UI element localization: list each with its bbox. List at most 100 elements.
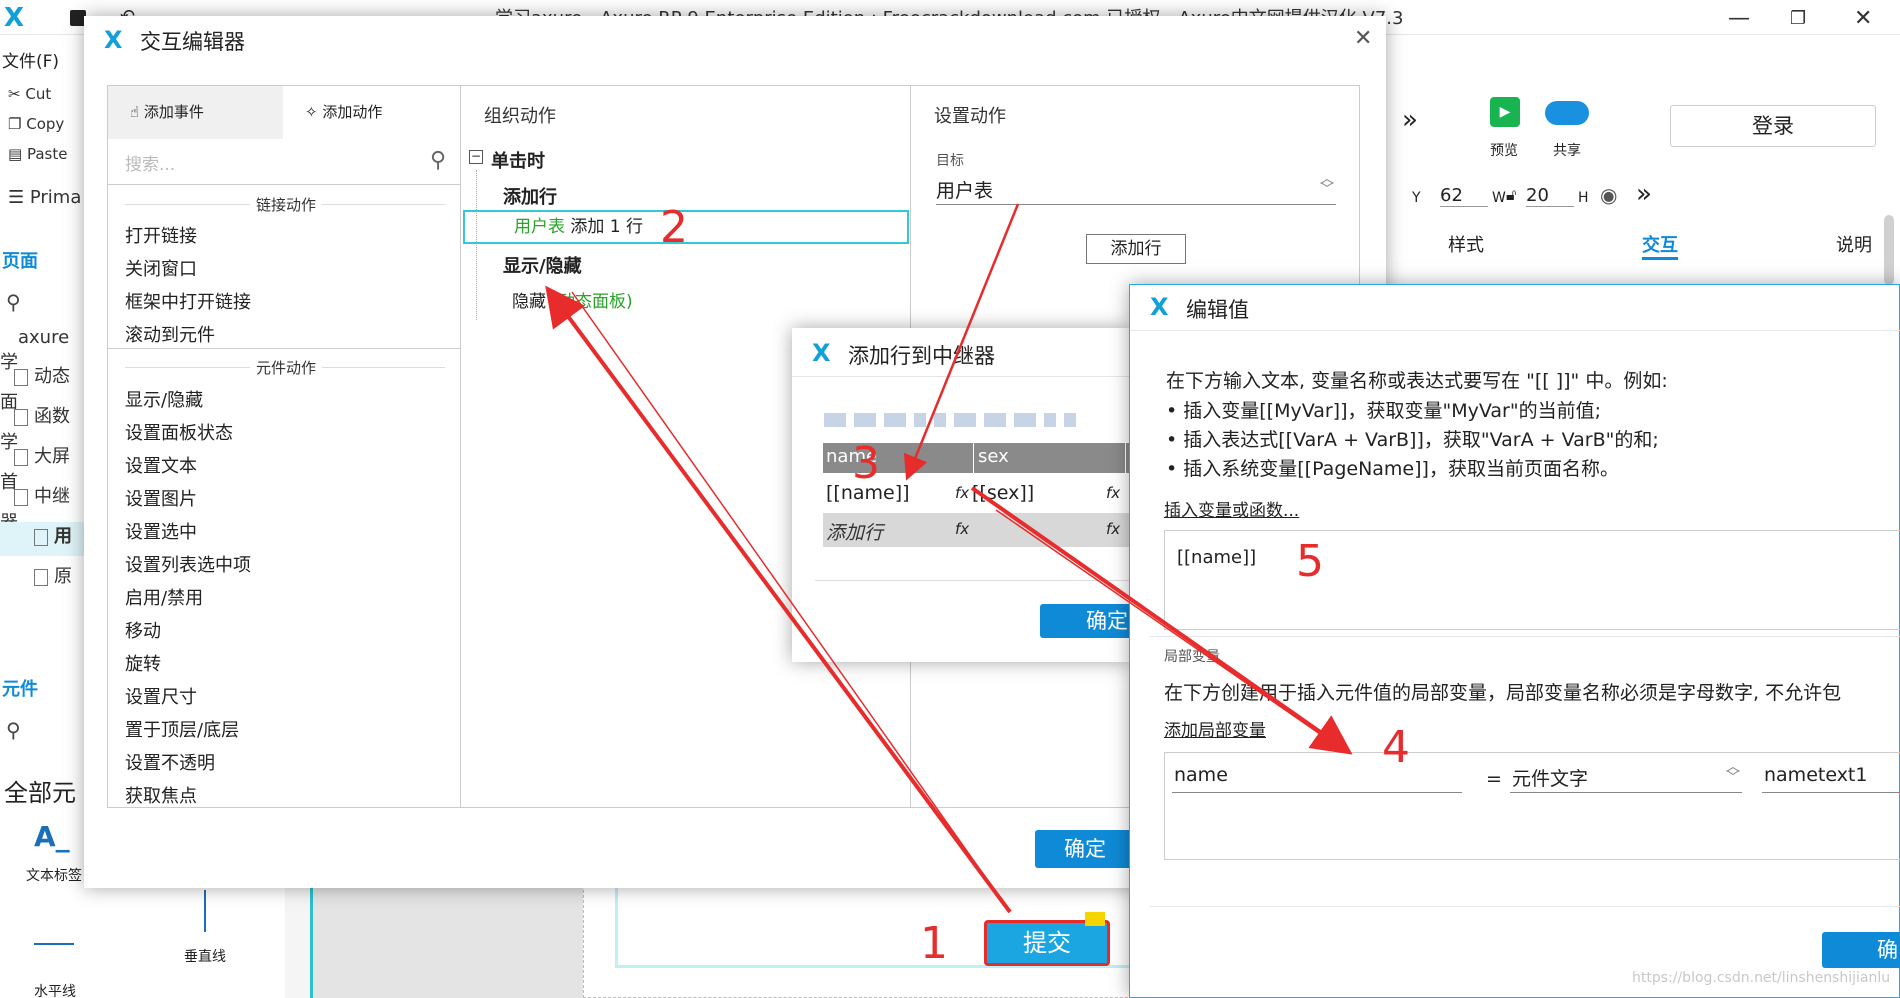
widget-vertical-line[interactable]: 垂直线 xyxy=(184,946,226,966)
search-icon[interactable]: ⚲ xyxy=(6,718,21,742)
event-click[interactable]: 单击时 xyxy=(491,147,545,173)
login-button[interactable]: 登录 xyxy=(1670,105,1876,147)
value-textarea[interactable]: [[name]] xyxy=(1164,530,1900,630)
add-local-var-link[interactable]: 添加局部变量 xyxy=(1164,716,1266,741)
action-list-item[interactable]: 设置面板状态 xyxy=(125,419,233,445)
editor-ok-button[interactable]: 确定 xyxy=(1035,830,1135,868)
action-list-item[interactable]: 显示/隐藏 xyxy=(125,386,203,412)
target-underline xyxy=(936,204,1336,205)
minimize-icon[interactable]: — xyxy=(1728,6,1750,31)
table-cell[interactable]: [[sex]] xyxy=(972,482,1034,504)
paste-button[interactable]: ▤ Paste xyxy=(8,145,67,163)
tree-item[interactable]: 大屏首 xyxy=(0,442,84,493)
move-down-icon[interactable] xyxy=(934,413,946,427)
share-icon[interactable] xyxy=(1545,101,1589,125)
local-vars-label: 局部变量 xyxy=(1164,649,1220,665)
action-list-item[interactable]: 移动 xyxy=(125,617,161,643)
action-show-hide-detail[interactable]: 隐藏 (动态面板) xyxy=(512,287,633,312)
lock-icon[interactable]: 🔓︎ xyxy=(1506,185,1516,205)
add-event-tab[interactable]: ☝ 添加事件 xyxy=(108,86,283,139)
w-field[interactable]: 20 xyxy=(1526,185,1574,207)
close-window-icon[interactable]: ✕ xyxy=(1854,6,1872,31)
tree-item[interactable]: 原 xyxy=(0,562,84,596)
action-search-input[interactable]: 搜索... xyxy=(125,150,175,175)
insert-variable-link[interactable]: 插入变量或函数... xyxy=(1164,496,1299,521)
add-row-ok-button[interactable]: 确定 xyxy=(1040,604,1132,638)
tree-item[interactable]: 函数学 xyxy=(0,402,84,453)
insert-column-icon[interactable] xyxy=(984,413,1006,427)
action-list-item[interactable]: 设置尺寸 xyxy=(125,683,197,709)
fx-icon[interactable]: fx xyxy=(955,520,969,538)
move-up-icon[interactable] xyxy=(914,413,926,427)
collapse-icon[interactable]: − xyxy=(469,150,483,164)
widget-text-label[interactable]: 文本标签 xyxy=(26,865,84,885)
tree-item-selected[interactable]: 用 xyxy=(0,522,84,556)
delete-row-icon[interactable] xyxy=(884,413,906,427)
table-toolbar xyxy=(824,412,1134,432)
chevron-updown-icon[interactable]: ︿ ﹀ xyxy=(1320,172,1334,197)
tree-item[interactable]: 中继器 xyxy=(0,482,84,533)
action-add-row[interactable]: 添加行 xyxy=(503,183,557,209)
action-list-item[interactable]: 获取焦点 xyxy=(125,782,197,808)
action-list-item[interactable]: 置于顶层/底层 xyxy=(125,716,239,742)
action-list-item[interactable]: 框架中打开链接 xyxy=(125,288,251,314)
components-tab[interactable]: 元件 xyxy=(2,675,38,701)
insert-row-icon[interactable] xyxy=(854,413,876,427)
menu-file[interactable]: 文件(F) xyxy=(2,47,59,72)
action-list-item[interactable]: 打开链接 xyxy=(125,222,197,248)
link-actions-label: 链接动作 xyxy=(250,194,323,215)
action-list-item[interactable]: 设置选中 xyxy=(125,518,197,544)
tab-interaction[interactable]: 交互 xyxy=(1642,231,1678,257)
insert-column-icon[interactable] xyxy=(954,413,976,427)
action-show-hide[interactable]: 显示/隐藏 xyxy=(503,252,582,278)
scrollbar[interactable] xyxy=(1884,215,1894,285)
chevron-updown-icon[interactable]: ︿ ﹀ xyxy=(1726,760,1740,785)
tree-item[interactable]: 动态面 xyxy=(0,362,84,413)
target-select[interactable]: 用户表 xyxy=(936,176,993,203)
pages-tab[interactable]: 页面 xyxy=(2,247,38,273)
tab-notes[interactable]: 说明 xyxy=(1836,231,1872,257)
edit-value-ok-button[interactable]: 确 xyxy=(1822,932,1900,968)
fx-icon[interactable]: fx xyxy=(1106,484,1120,502)
visibility-icon[interactable]: ◉ xyxy=(1600,183,1617,207)
intro-text: 在下方输入文本, 变量名称或表达式要写在 "[[ ]]" 中。例如: xyxy=(1166,370,1668,392)
action-list-item[interactable]: 滚动到元件 xyxy=(125,321,215,347)
annotation-number: 2 xyxy=(660,202,688,253)
var-target-select[interactable]: nametext1 xyxy=(1764,764,1867,786)
more-props-icon[interactable]: » xyxy=(1636,179,1652,209)
var-name-input[interactable]: name xyxy=(1174,764,1228,786)
submit-button[interactable]: 提交 xyxy=(984,920,1110,966)
move-right-icon[interactable] xyxy=(1064,413,1076,427)
action-list-item[interactable]: 设置列表选中项 xyxy=(125,551,251,577)
fx-icon[interactable]: fx xyxy=(955,484,969,502)
delete-column-icon[interactable] xyxy=(1014,413,1036,427)
close-dialog-icon[interactable]: ✕ xyxy=(1354,26,1372,51)
search-icon[interactable]: ⚲ xyxy=(6,290,21,314)
cut-button[interactable]: ✂ Cut xyxy=(8,85,51,103)
action-list-item[interactable]: 关闭窗口 xyxy=(125,255,197,281)
widget-horizontal-line[interactable]: 水平线 xyxy=(34,981,76,998)
action-list-item[interactable]: 设置文本 xyxy=(125,452,197,478)
action-list-item[interactable]: 设置图片 xyxy=(125,485,197,511)
copy-button[interactable]: ❐ Copy xyxy=(8,115,64,133)
interaction-badge-icon xyxy=(1085,912,1105,926)
all-components-label[interactable]: 全部元 xyxy=(4,773,76,808)
maximize-icon[interactable]: ❐ xyxy=(1790,8,1806,29)
search-icon[interactable]: ⚲ xyxy=(430,148,446,173)
divider xyxy=(460,85,461,808)
fx-icon[interactable]: fx xyxy=(1106,520,1120,538)
move-left-icon[interactable] xyxy=(1044,413,1056,427)
tab-style[interactable]: 样式 xyxy=(1448,231,1484,257)
insert-row-icon[interactable] xyxy=(824,413,846,427)
y-field[interactable]: 62 xyxy=(1440,185,1488,207)
more-icon[interactable]: » xyxy=(1402,105,1418,135)
add-row-placeholder[interactable]: 添加行 xyxy=(826,518,883,545)
add-action-tab[interactable]: ✧ 添加动作 xyxy=(283,86,460,139)
var-type-select[interactable]: 元件文字 xyxy=(1512,764,1588,791)
action-list-item[interactable]: 启用/禁用 xyxy=(125,584,203,610)
action-list-item[interactable]: 设置不透明 xyxy=(125,749,215,775)
action-list-item[interactable]: 旋转 xyxy=(125,650,161,676)
preview-icon[interactable]: ▶ xyxy=(1490,97,1520,127)
tree-item[interactable]: axure学 xyxy=(0,327,84,373)
add-row-button[interactable]: 添加行 xyxy=(1086,234,1186,264)
